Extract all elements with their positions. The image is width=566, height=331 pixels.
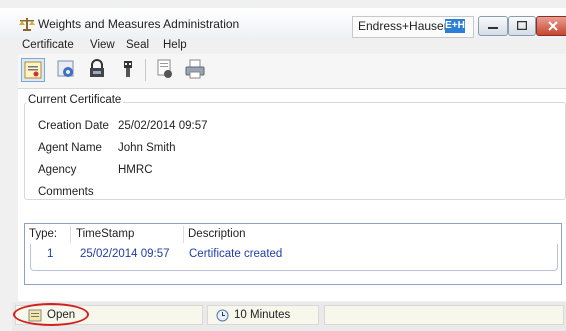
toolbar-separator xyxy=(145,59,146,81)
row-type: 1 xyxy=(47,248,54,260)
clock-icon xyxy=(216,309,229,322)
usb-key-icon xyxy=(124,61,132,77)
creation-date-label: Creation Date xyxy=(38,120,109,132)
maximize-button[interactable] xyxy=(508,16,536,36)
brand-badge: Endress+Hauser E+H xyxy=(352,16,474,38)
app-window: Weights and Measures Administration Endr… xyxy=(0,0,566,331)
lock-button[interactable] xyxy=(86,58,110,82)
report-button[interactable] xyxy=(154,58,178,82)
close-button[interactable] xyxy=(536,16,566,36)
creation-date-value: 25/02/2014 09:57 xyxy=(118,120,208,132)
column-header-timestamp[interactable]: TimeStamp xyxy=(76,228,134,240)
minimize-icon xyxy=(488,27,498,29)
menu-help[interactable]: Help xyxy=(163,39,187,51)
printer-icon xyxy=(185,59,205,79)
main-panel: Creation Date 25/02/2014 09:57 Agent Nam… xyxy=(18,89,566,301)
usb-key-button[interactable] xyxy=(117,58,141,82)
close-icon xyxy=(548,21,558,31)
highlight-ellipse xyxy=(13,303,89,326)
current-certificate-title: Current Certificate xyxy=(26,94,124,106)
row-description: Certificate created xyxy=(189,248,283,260)
column-divider xyxy=(183,226,184,243)
window-title: Weights and Measures Administration xyxy=(38,17,240,31)
table-row[interactable]: 1 25/02/2014 09:57 Certificate created xyxy=(30,244,558,271)
toolbar xyxy=(18,54,566,89)
menu-view[interactable]: View xyxy=(90,39,115,51)
status-bar: Open 10 Minutes xyxy=(12,302,566,331)
column-header-type[interactable]: Type: xyxy=(29,228,57,240)
certificate-icon xyxy=(24,61,42,79)
lock-icon xyxy=(90,59,104,77)
agency-label: Agency xyxy=(38,164,77,176)
agent-name-value: John Smith xyxy=(118,142,176,154)
certificate-button[interactable] xyxy=(21,58,45,82)
print-button[interactable] xyxy=(184,58,208,82)
settings-icon xyxy=(57,60,74,77)
comments-label: Comments xyxy=(38,186,94,198)
menu-seal[interactable]: Seal xyxy=(126,39,149,51)
event-log-list[interactable]: Type: TimeStamp Description 1 25/02/2014… xyxy=(24,223,562,285)
column-divider xyxy=(70,226,71,243)
current-certificate-group: Creation Date 25/02/2014 09:57 Agent Nam… xyxy=(24,102,566,200)
column-header-description[interactable]: Description xyxy=(188,228,246,240)
scales-icon xyxy=(19,18,35,31)
status-panel-timeout: 10 Minutes xyxy=(207,305,319,325)
maximize-icon xyxy=(517,21,527,30)
report-icon xyxy=(157,59,172,78)
status-timeout: 10 Minutes xyxy=(234,309,291,321)
menu-certificate[interactable]: Certificate xyxy=(22,39,74,51)
brand-name: Endress+Hauser xyxy=(358,19,448,33)
brand-logo: E+H xyxy=(445,19,465,33)
row-timestamp: 25/02/2014 09:57 xyxy=(80,248,170,260)
agent-name-label: Agent Name xyxy=(38,142,102,154)
agency-value: HMRC xyxy=(118,164,153,176)
settings-button[interactable] xyxy=(55,58,79,82)
title-bar[interactable]: Weights and Measures Administration Endr… xyxy=(0,8,566,38)
status-panel-empty xyxy=(324,305,564,325)
minimize-button[interactable] xyxy=(478,16,508,36)
